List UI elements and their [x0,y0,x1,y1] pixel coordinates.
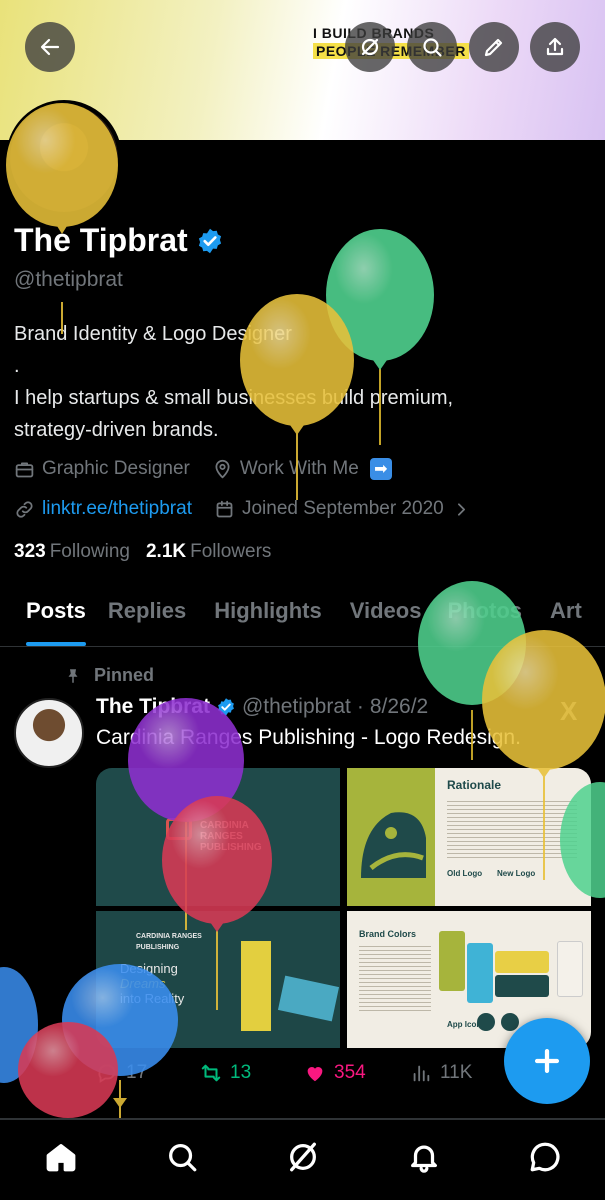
profile-joined: Joined September 2020 [241,498,444,519]
reply-button[interactable]: 17 [96,1062,147,1084]
link-icon [16,500,33,518]
back-button[interactable] [25,22,75,72]
profile-location: Work With Me [239,458,359,479]
compose-button[interactable] [504,1018,590,1104]
profile-meta-row-1: Graphic Designer Work With Me ➡ [14,458,414,480]
share-icon [546,37,564,56]
repost-button[interactable]: 13 [200,1062,251,1084]
profile-handle: @thetipbrat [14,268,123,291]
post-actions: 17 13 354 11K [96,1058,496,1092]
grok-icon [289,1142,316,1172]
arrow-right-emoji-icon: ➡ [369,458,392,480]
nav-grok[interactable] [273,1127,333,1187]
tab-replies[interactable]: Replies [108,585,186,646]
reply-icon [98,1064,116,1083]
search-button[interactable] [407,22,457,72]
post-author-avatar[interactable] [14,698,84,768]
profile-tabs: Posts Replies Highlights Videos Photos A… [0,585,605,647]
heart-filled-icon [307,1067,323,1082]
tab-videos[interactable]: Videos [350,585,422,646]
circle-slash-icon [361,38,379,56]
repost-icon [201,1064,221,1082]
cardinia-logo-mark-icon [166,818,192,840]
profile-avatar[interactable] [6,100,122,216]
profile-website-link[interactable]: linktr.ee/thetipbrat [42,498,192,520]
plus-icon [534,1048,560,1074]
post-header: The Tipbrat @thetipbrat · 8/26/2 [96,695,429,719]
chevron-right-icon [457,502,465,516]
bar-chart-icon [413,1065,430,1082]
profile-category: Graphic Designer [42,458,190,479]
pin-icon [68,668,78,683]
arrow-left-icon [40,38,60,56]
balloon-blue-2 [0,967,38,1083]
nav-messages[interactable] [515,1127,575,1187]
media-image-2[interactable]: Rationale Old Logo New Logo [347,768,591,906]
calendar-icon [216,500,233,517]
post-date[interactable]: 8/26/2 [370,695,428,719]
edit-button[interactable] [469,22,519,72]
nav-notifications[interactable] [394,1127,454,1187]
nav-search[interactable] [152,1127,212,1187]
x-logo-icon: X [560,696,578,726]
follow-stats: 323 Following 2.1K Followers [14,541,271,563]
briefcase-icon [15,462,34,477]
messages-icon [530,1142,560,1172]
grok-button[interactable] [345,22,395,72]
location-pin-icon [215,459,230,478]
views-button[interactable]: 11K [410,1062,472,1084]
post-author-name[interactable]: The Tipbrat [96,695,210,719]
tab-articles[interactable]: Art [550,585,582,646]
pinned-indicator: Pinned [64,665,154,686]
home-icon [46,1144,75,1172]
profile-name-row: The Tipbrat [14,222,224,259]
tab-posts[interactable]: Posts [26,585,86,646]
bell-icon [410,1145,437,1173]
following-link[interactable]: 323 Following [14,541,130,563]
tab-highlights[interactable]: Highlights [214,585,322,646]
search-icon [168,1144,196,1172]
joined-date[interactable]: Joined September 2020 [214,498,472,520]
post-author-handle: @thetipbrat [241,695,351,718]
profile-name: The Tipbrat [14,222,188,258]
nav-home[interactable] [31,1127,91,1187]
profile-meta-row-2: linktr.ee/thetipbrat Joined September 20… [14,498,494,520]
share-button[interactable] [530,22,580,72]
post-media-grid[interactable]: CARDINIA RANGES PUBLISHING Rationale Old… [96,768,591,1048]
verified-badge-icon[interactable] [196,227,224,255]
bottom-nav [0,1119,605,1200]
like-button[interactable]: 354 [304,1062,366,1084]
profile-bio: Brand Identity & Logo Designer . I help … [14,323,454,441]
tab-photos[interactable]: Photos [447,585,522,646]
search-icon [423,38,442,57]
bird-logo-icon [361,812,426,878]
media-image-3[interactable]: CARDINIA RANGES PUBLISHING Designing Dre… [96,911,340,1048]
followers-link[interactable]: 2.1K Followers [146,541,271,563]
media-image-1[interactable]: CARDINIA RANGES PUBLISHING [96,768,340,906]
post-text[interactable]: Cardinia Ranges Publishing - Logo Redesi… [96,726,521,750]
verified-badge-icon [218,698,234,716]
pencil-icon [484,38,503,57]
